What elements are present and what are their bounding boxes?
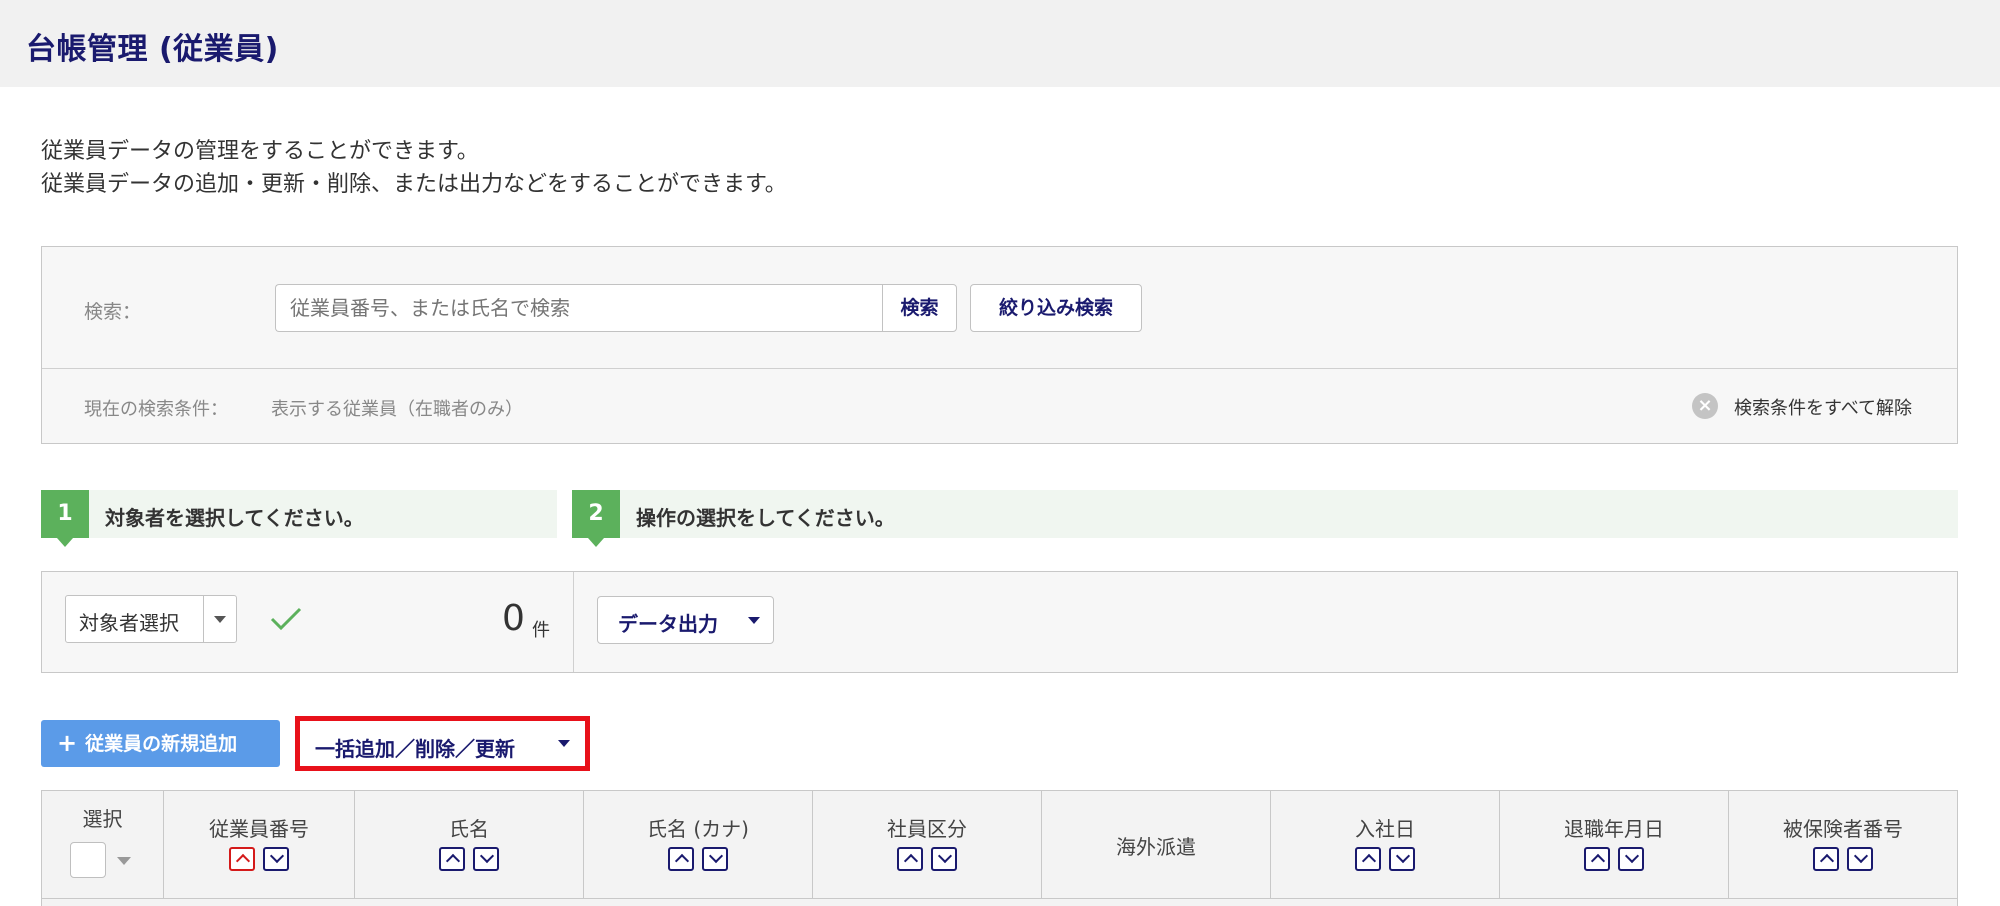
column-label: 被保険者番号: [1783, 817, 1903, 841]
sort-desc-icon[interactable]: [931, 847, 957, 871]
target-select-toggle[interactable]: [203, 596, 236, 642]
sort-desc-icon[interactable]: [263, 847, 289, 871]
page-title: 台帳管理 (従業員): [26, 32, 279, 67]
column-label: 社員区分: [887, 817, 967, 841]
sort-asc-icon[interactable]: [1584, 847, 1610, 871]
step-2-badge: 2: [572, 490, 620, 547]
bulk-edit-label[interactable]: 一括追加／削除／更新: [315, 733, 515, 762]
sort-desc-icon[interactable]: [1618, 847, 1644, 871]
description-line-1: 従業員データの管理をすることができます。: [41, 139, 479, 164]
check-icon: [270, 607, 302, 631]
search-button[interactable]: 検索: [882, 284, 957, 332]
conditions-label: 現在の検索条件：: [84, 399, 228, 420]
data-output-label[interactable]: データ出力: [618, 608, 718, 637]
column-label: 入社日: [1355, 817, 1415, 841]
column-overseas-dispatch: 海外派遣: [1042, 791, 1271, 899]
conditions-value: 表示する従業員（在職者のみ）: [271, 399, 523, 420]
search-panel: 検索： 検索 絞り込み検索 現在の検索条件： 表示する従業員（在職者のみ） × …: [41, 246, 1958, 444]
selected-count-unit: 件: [532, 620, 550, 641]
column-insured-number: 被保険者番号: [1729, 791, 1957, 899]
column-label: 選択: [82, 807, 123, 831]
selected-count: 0: [502, 598, 525, 639]
sort-desc-icon[interactable]: [1847, 847, 1873, 871]
sort-asc-icon[interactable]: [229, 847, 255, 871]
plus-icon: +: [57, 729, 78, 757]
data-output-button[interactable]: データ出力: [597, 596, 774, 644]
description-line-2: 従業員データの追加・更新・削除、または出力などをすることができます。: [41, 172, 787, 197]
search-input[interactable]: [275, 284, 884, 332]
target-select-label[interactable]: 対象者選択: [79, 607, 179, 636]
add-employee-button[interactable]: + 従業員の新規追加: [41, 720, 280, 767]
column-retirement-date: 退職年月日: [1500, 791, 1729, 899]
clear-icon[interactable]: ×: [1692, 393, 1718, 419]
sort-asc-icon[interactable]: [1355, 847, 1381, 871]
select-all-checkbox[interactable]: [70, 842, 106, 878]
chevron-down-icon[interactable]: [117, 857, 131, 865]
column-select: 選択: [42, 791, 164, 899]
step-2-text: 操作の選択をしてください。: [636, 506, 895, 530]
sort-desc-icon[interactable]: [702, 847, 728, 871]
column-label: 従業員番号: [209, 817, 309, 841]
step-1-text: 対象者を選択してください。: [105, 506, 364, 530]
refine-search-button[interactable]: 絞り込み検索: [970, 284, 1142, 332]
column-employee-number: 従業員番号: [164, 791, 355, 899]
bulk-edit-button[interactable]: 一括追加／削除／更新: [295, 716, 590, 771]
chevron-down-icon: [214, 616, 226, 623]
column-label: 退職年月日: [1564, 817, 1664, 841]
column-label: 海外派遣: [1116, 835, 1196, 859]
add-employee-label[interactable]: 従業員の新規追加: [85, 733, 237, 755]
sort-desc-icon[interactable]: [1389, 847, 1415, 871]
column-hire-date: 入社日: [1271, 791, 1500, 899]
sort-asc-icon[interactable]: [1813, 847, 1839, 871]
sort-asc-icon[interactable]: [897, 847, 923, 871]
sort-desc-icon[interactable]: [473, 847, 499, 871]
divider: [573, 572, 574, 672]
chevron-down-icon: [558, 740, 570, 747]
column-employee-type: 社員区分: [813, 791, 1042, 899]
sort-asc-icon[interactable]: [668, 847, 694, 871]
clear-conditions-label[interactable]: 検索条件をすべて解除: [1734, 394, 1912, 420]
divider: [41, 898, 1958, 899]
step-2-banner: 2 操作の選択をしてください。: [572, 490, 1958, 547]
divider: [42, 368, 1957, 369]
step-1-banner: 1 対象者を選択してください。: [41, 490, 557, 547]
search-label: 検索：: [84, 301, 142, 323]
table-header: 選択 従業員番号 氏名 氏名 (カナ) 社員区分 海外派遣 入社日 退職年月日 …: [41, 790, 1958, 906]
chevron-down-icon: [748, 617, 760, 624]
selection-panel: 対象者選択 0 件 データ出力: [41, 571, 1958, 673]
column-label: 氏名 (カナ): [647, 817, 749, 841]
column-name-kana: 氏名 (カナ): [584, 791, 813, 899]
target-select-dropdown[interactable]: 対象者選択: [65, 595, 237, 643]
sort-asc-icon[interactable]: [439, 847, 465, 871]
column-name: 氏名: [355, 791, 584, 899]
step-1-badge: 1: [41, 490, 89, 547]
column-label: 氏名: [449, 817, 489, 841]
page-header: 台帳管理 (従業員): [0, 0, 2000, 87]
